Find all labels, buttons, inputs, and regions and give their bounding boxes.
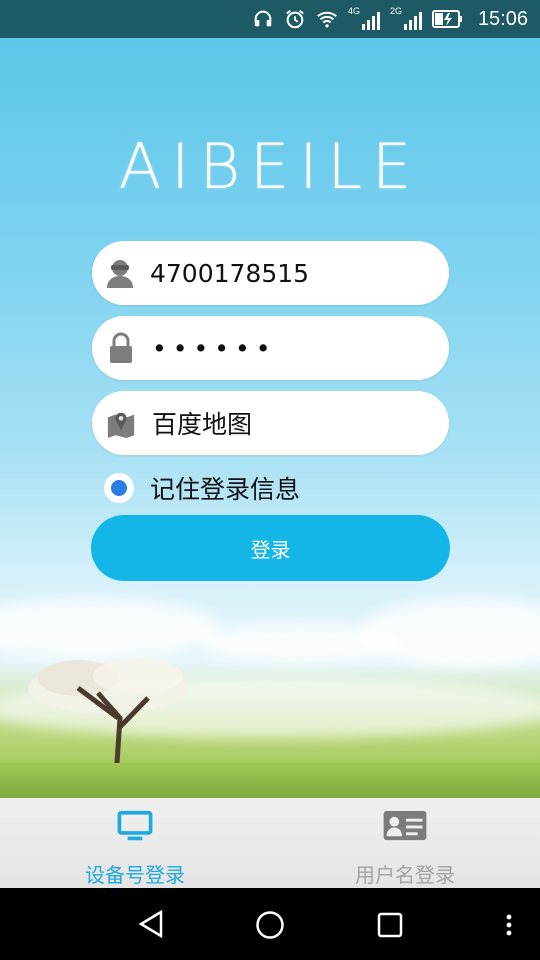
password-input[interactable]: ••••••: [152, 334, 449, 363]
grass-strip: [0, 763, 540, 798]
app-logo: AIBEILE: [118, 130, 422, 203]
tab-username-login[interactable]: 用户名登录: [270, 798, 540, 888]
radio-selected-dot: [111, 480, 127, 496]
monitor-icon: [117, 810, 153, 841]
back-icon[interactable]: [138, 910, 164, 938]
user-icon: [106, 257, 134, 289]
network-4g-label: 4G: [347, 6, 360, 16]
home-icon[interactable]: [255, 910, 285, 940]
battery-charging-icon: [431, 10, 462, 28]
headphones-icon: [254, 10, 272, 27]
system-nav-bar: [0, 888, 540, 960]
recents-icon[interactable]: [377, 912, 403, 938]
more-icon[interactable]: [506, 914, 512, 936]
network-2g-label: 2G: [389, 6, 402, 16]
bottom-tab-bar: 设备号登录 用户名登录: [0, 798, 540, 888]
signal-4g-icon: 4G: [347, 6, 380, 30]
login-button[interactable]: 登录: [91, 515, 450, 581]
device-id-field[interactable]: [92, 241, 467, 305]
tab-device-login[interactable]: 设备号登录: [0, 798, 270, 888]
tree-illustration: [28, 658, 188, 778]
remember-label: 记住登录信息: [150, 475, 301, 504]
tab-device-login-label: 设备号登录: [85, 863, 185, 887]
map-icon: [106, 407, 136, 439]
cloud: [360, 598, 540, 668]
device-id-input[interactable]: [150, 258, 467, 288]
status-bar: 4G 2G 15:06: [0, 0, 540, 38]
login-screen: AIBEILE •••••• 百度地图 记住登录信息 登录: [0, 38, 540, 798]
alarm-icon: [286, 10, 304, 29]
map-selector[interactable]: 百度地图: [92, 391, 449, 455]
id-card-icon: [383, 810, 427, 841]
map-type-label: 百度地图: [152, 410, 253, 439]
tab-username-login-label: 用户名登录: [355, 863, 455, 887]
lock-icon: [106, 332, 136, 364]
signal-2g-icon: 2G: [389, 6, 422, 30]
remember-login-checkbox[interactable]: 记住登录信息: [104, 470, 300, 506]
password-field[interactable]: ••••••: [92, 316, 449, 380]
remember-radio[interactable]: [104, 473, 134, 503]
status-time: 15:06: [477, 7, 528, 30]
wifi-icon: [317, 11, 337, 28]
